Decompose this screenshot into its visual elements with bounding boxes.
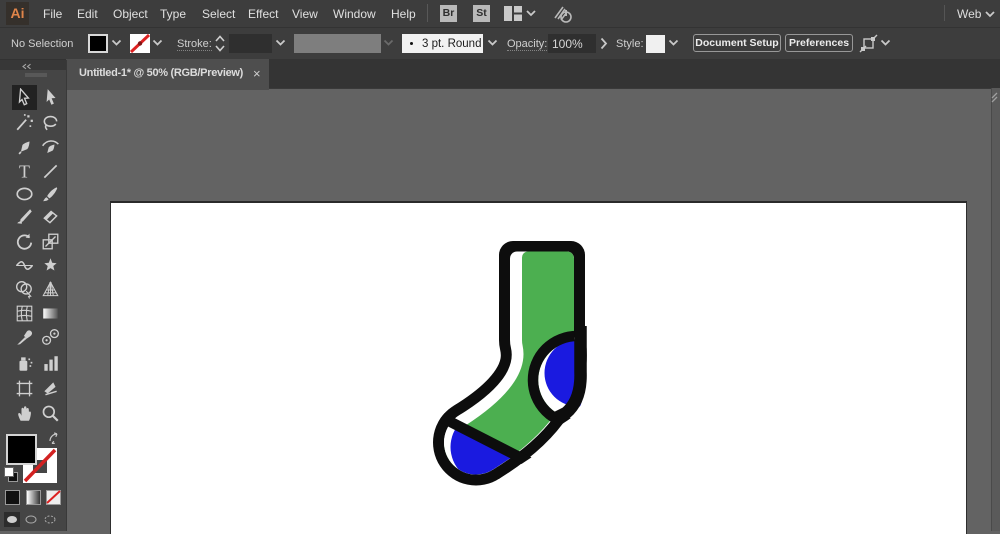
svg-text:T: T — [19, 162, 30, 181]
